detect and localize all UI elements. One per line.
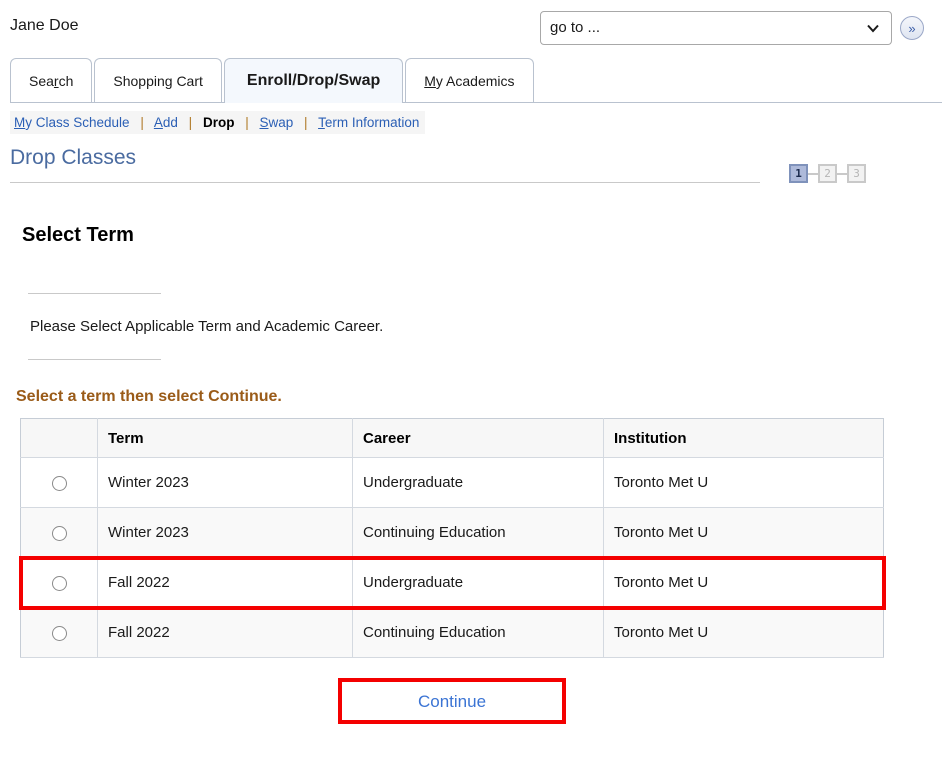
term-radio-button[interactable] <box>52 526 67 541</box>
cell-term: Fall 2022 <box>98 558 353 608</box>
instruction-divider-bottom <box>28 359 161 360</box>
subnav-separator: | <box>140 115 144 130</box>
title-divider <box>10 182 760 183</box>
table-body: Winter 2023 Undergraduate Toronto Met U … <box>21 458 884 658</box>
tab-enroll-drop-swap-label: Enroll/Drop/Swap <box>247 72 380 90</box>
cell-institution: Toronto Met U <box>604 458 884 508</box>
continue-button-area: Continue <box>20 678 884 724</box>
row-radio-cell[interactable] <box>21 558 98 608</box>
table-row[interactable]: Winter 2023 Continuing Education Toronto… <box>21 508 884 558</box>
subnav-separator: | <box>189 115 193 130</box>
step-connector <box>808 173 818 175</box>
cell-institution: Toronto Met U <box>604 508 884 558</box>
step-3[interactable]: 3 <box>847 164 866 183</box>
double-chevron-right-icon[interactable]: » <box>900 16 924 40</box>
cell-institution: Toronto Met U <box>604 608 884 658</box>
subnav-link-drop[interactable]: Drop <box>203 115 235 130</box>
go-to-select-wrapper[interactable]: go to ... <box>540 11 892 45</box>
term-radio-button[interactable] <box>52 576 67 591</box>
cell-institution: Toronto Met U <box>604 558 884 608</box>
row-radio-cell[interactable] <box>21 458 98 508</box>
sub-navigation: My Class Schedule | Add | Drop | Swap | … <box>10 111 425 134</box>
subnav-separator: | <box>304 115 308 130</box>
step-2[interactable]: 2 <box>818 164 837 183</box>
term-radio-button[interactable] <box>52 626 67 641</box>
subnav-link-add[interactable]: Add <box>154 115 178 130</box>
column-header-career: Career <box>353 419 604 458</box>
table-header-row: Term Career Institution <box>21 419 884 458</box>
subnav-link-swap[interactable]: Swap <box>260 115 294 130</box>
tab-search[interactable]: Search <box>10 58 92 102</box>
step-connector <box>837 173 847 175</box>
continue-button[interactable]: Continue <box>342 682 562 720</box>
go-to-control: go to ... » <box>540 11 924 45</box>
column-header-term: Term <box>98 419 353 458</box>
cell-term: Winter 2023 <box>98 508 353 558</box>
step-indicator: 1 2 3 <box>789 164 866 183</box>
tab-shopping-cart-label: Shopping Cart <box>113 73 203 89</box>
cell-career: Continuing Education <box>353 508 604 558</box>
cell-career: Undergraduate <box>353 558 604 608</box>
user-name: Jane Doe <box>10 17 79 35</box>
continue-highlight-box: Continue <box>338 678 566 724</box>
tab-shopping-cart[interactable]: Shopping Cart <box>94 58 222 102</box>
subnav-separator: | <box>245 115 249 130</box>
row-radio-cell[interactable] <box>21 508 98 558</box>
table-row[interactable]: Fall 2022 Continuing Education Toronto M… <box>21 608 884 658</box>
page-title: Drop Classes <box>10 146 136 170</box>
step-1[interactable]: 1 <box>789 164 808 183</box>
term-selection-table: Term Career Institution Winter 2023 Unde… <box>20 418 884 658</box>
row-radio-cell[interactable] <box>21 608 98 658</box>
cell-career: Continuing Education <box>353 608 604 658</box>
subnav-link-term-information[interactable]: Term Information <box>318 115 419 130</box>
column-header-select <box>21 419 98 458</box>
select-prompt: Select a term then select Continue. <box>16 388 942 406</box>
column-header-institution: Institution <box>604 419 884 458</box>
table-head: Term Career Institution <box>21 419 884 458</box>
term-radio-button[interactable] <box>52 476 67 491</box>
go-to-select[interactable]: go to ... <box>540 11 892 45</box>
table-row-highlighted[interactable]: Fall 2022 Undergraduate Toronto Met U <box>21 558 884 608</box>
top-header: Jane Doe go to ... » <box>0 0 942 56</box>
main-tab-bar: Search Shopping Cart Enroll/Drop/Swap My… <box>10 56 942 103</box>
section-title: Select Term <box>22 224 942 247</box>
cell-career: Undergraduate <box>353 458 604 508</box>
instruction-block: Please Select Applicable Term and Academ… <box>28 293 942 360</box>
instruction-text: Please Select Applicable Term and Academ… <box>28 294 942 359</box>
cell-term: Winter 2023 <box>98 458 353 508</box>
tab-enroll-drop-swap[interactable]: Enroll/Drop/Swap <box>224 58 403 103</box>
table-row[interactable]: Winter 2023 Undergraduate Toronto Met U <box>21 458 884 508</box>
subnav-link-my-class-schedule[interactable]: My Class Schedule <box>14 115 130 130</box>
cell-term: Fall 2022 <box>98 608 353 658</box>
tab-my-academics[interactable]: My Academics <box>405 58 533 102</box>
